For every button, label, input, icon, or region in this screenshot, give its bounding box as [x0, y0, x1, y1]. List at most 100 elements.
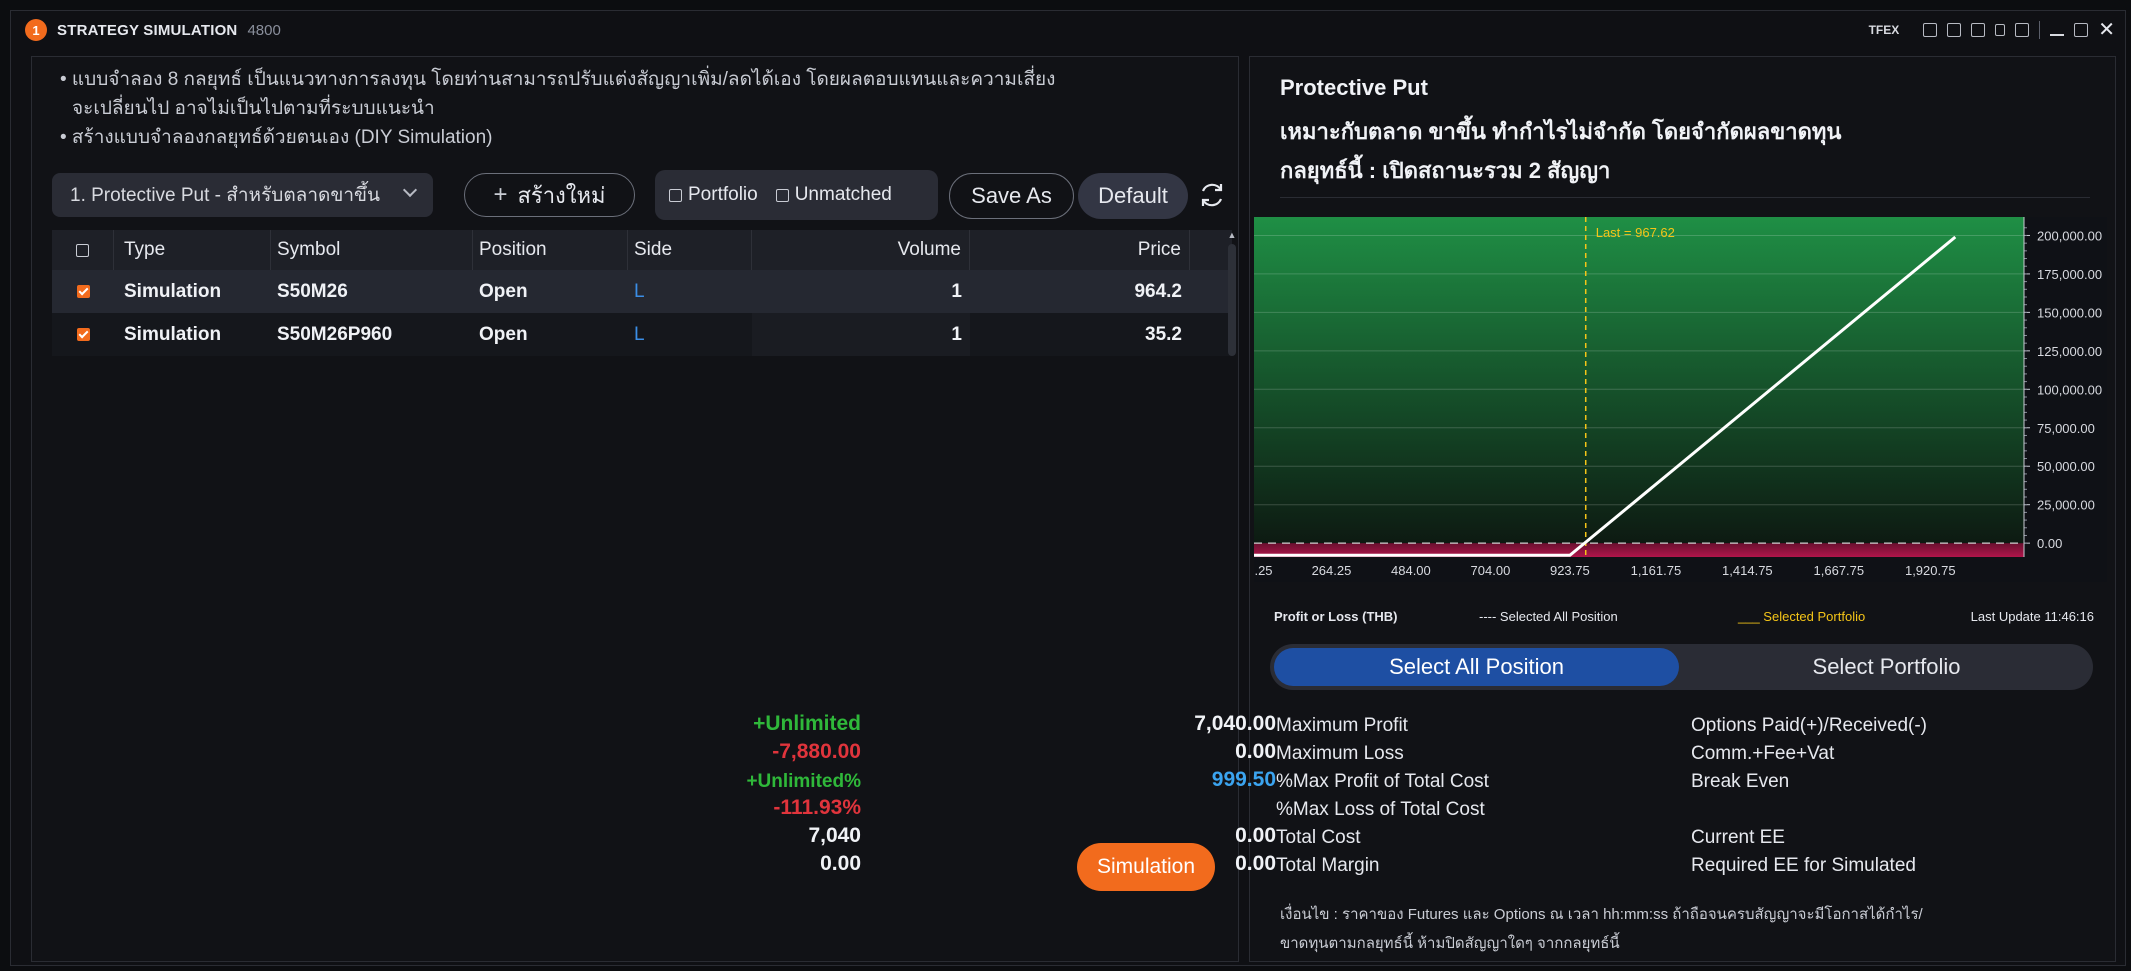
chart-legend: Profit or Loss (THB) ---- Selected All P…: [1274, 609, 2094, 629]
window-number-badge: 1: [25, 19, 47, 41]
maximize-icon[interactable]: [2074, 23, 2089, 37]
x-tick-label: 1,920.75: [1905, 563, 1956, 578]
duplicate-icon[interactable]: [1971, 23, 1986, 37]
header-volume[interactable]: Volume: [752, 230, 970, 270]
pct-max-profit-value: +Unlimited%: [746, 771, 861, 792]
last-price-label: Last = 967.62: [1596, 225, 1675, 240]
pct-max-loss-label: %Max Loss of Total Cost: [1276, 799, 1485, 820]
max-loss-value: -7,880.00: [772, 740, 861, 763]
strategy-description: เหมาะกับตลาด ขาขึ้น ทำกำไรไม่จำกัด โดยจำ…: [1280, 119, 1842, 144]
last-update: Last Update 11:46:16: [1970, 609, 2094, 624]
table-row[interactable]: Simulation S50M26P960 Open L 1 35.2: [52, 313, 1232, 356]
y-tick-label: 175,000.00: [2037, 267, 2102, 282]
row-checkbox[interactable]: [52, 328, 114, 341]
y-tick-label: 25,000.00: [2037, 498, 2095, 513]
close-icon[interactable]: ✕: [2098, 20, 2115, 40]
select-all-checkbox[interactable]: [52, 230, 114, 270]
required-ee-label: Required EE for Simulated: [1691, 855, 1916, 876]
condition-note-line-1: เงื่อนไข : ราคาของ Futures และ Options ณ…: [1280, 906, 1923, 923]
required-ee-value: 0.00: [1235, 852, 1276, 875]
x-tick-label: 704.00: [1471, 563, 1511, 578]
pct-max-loss-value: -111.93%: [773, 796, 861, 819]
header-price[interactable]: Price: [970, 230, 1190, 270]
default-button[interactable]: Default: [1078, 173, 1188, 219]
y-tick-label: 200,000.00: [2037, 228, 2102, 243]
simulation-button[interactable]: Simulation: [1077, 843, 1215, 891]
options-paid-value: 7,040.00: [1194, 712, 1276, 735]
scrollbar-thumb[interactable]: [1228, 244, 1236, 356]
cell-price: 35.2: [1145, 323, 1182, 345]
select-all-position-tab[interactable]: Select All Position: [1274, 648, 1679, 686]
condition-note: เงื่อนไข : ราคาของ Futures และ Options ณ…: [1280, 900, 2080, 958]
cell-volume[interactable]: 1: [752, 313, 970, 356]
strategy-dropdown[interactable]: 1. Protective Put - สำหรับตลาดขาขึ้น: [52, 173, 433, 217]
total-cost-label: Total Cost: [1276, 827, 1361, 848]
current-ee-label: Current EE: [1691, 827, 1785, 848]
cell-type: Simulation: [124, 280, 222, 302]
cell-symbol: S50M26: [277, 280, 348, 302]
window-title: STRATEGY SIMULATION: [57, 21, 238, 39]
window-code: 4800: [247, 21, 281, 39]
left-panel: • แบบจำลอง 8 กลยุทธ์ เป็นแนวทางการลงทุน …: [31, 56, 1239, 962]
link-icon[interactable]: [2015, 23, 2030, 37]
checkbox-icon: [76, 243, 89, 257]
portfolio-checkbox[interactable]: Portfolio: [669, 184, 758, 206]
cell-side: L: [634, 280, 645, 302]
y-tick-label: 100,000.00: [2037, 382, 2102, 397]
header-position[interactable]: Position: [473, 230, 628, 270]
payoff-chart-svg: 200,000.00 175,000.00 150,000.00 125,000.00…: [1254, 217, 2102, 578]
table-row[interactable]: Simulation S50M26 Open L 1 964.2: [52, 270, 1232, 313]
header-side[interactable]: Side: [628, 230, 752, 270]
strategy-title: Protective Put: [1280, 75, 1428, 100]
header-type[interactable]: Type: [114, 230, 271, 270]
header-symbol[interactable]: Symbol: [271, 230, 473, 270]
refresh-icon[interactable]: [1197, 180, 1227, 210]
checkbox-checked-icon: [76, 328, 90, 341]
x-tick-label: 1,667.75: [1814, 563, 1865, 578]
cell-volume[interactable]: 1: [752, 281, 970, 303]
table-scrollbar[interactable]: ▲: [1227, 230, 1237, 360]
y-tick-label: 50,000.00: [2037, 459, 2095, 474]
row-checkbox[interactable]: [52, 285, 114, 298]
break-even-label: Break Even: [1691, 771, 1790, 792]
select-portfolio-tab[interactable]: Select Portfolio: [1684, 648, 2089, 686]
strategy-selected-value: 1. Protective Put - สำหรับตลาดขาขึ้น: [70, 185, 380, 206]
legend-selected-all: ---- Selected All Position: [1479, 609, 1618, 624]
popout-icon[interactable]: [1947, 23, 1962, 37]
max-profit-label: Maximum Profit: [1276, 715, 1408, 736]
comm-fee-value: 0.00: [1235, 740, 1276, 763]
window-controls: TFEX ✕: [1869, 11, 2115, 49]
title-bar: 1 STRATEGY SIMULATION 4800 TFEX ✕: [11, 11, 2125, 49]
cell-type: Simulation: [124, 323, 222, 345]
checkbox-checked-icon: [76, 285, 90, 298]
profit-zone: [1254, 217, 2024, 544]
cell-position: Open: [479, 323, 528, 345]
description: • แบบจำลอง 8 กลยุทธ์ เป็นแนวทางการลงทุน …: [60, 65, 1055, 152]
unmatched-checkbox[interactable]: Unmatched: [775, 184, 892, 206]
divider: [1280, 197, 2090, 198]
chevron-down-icon: [402, 182, 418, 198]
unmatched-label: Unmatched: [794, 184, 892, 205]
x-tick-label: 264.25: [1312, 563, 1352, 578]
layout-icon[interactable]: [1923, 23, 1938, 37]
filter-toggle-group: Portfolio Unmatched: [655, 170, 938, 220]
strategy-simulation-window: 1 STRATEGY SIMULATION 4800 TFEX ✕ • แบบจ…: [10, 10, 2126, 966]
total-margin-value: 0.00: [820, 852, 861, 875]
payoff-chart: 200,000.00 175,000.00 150,000.00 125,000.00…: [1254, 217, 2107, 582]
portfolio-label: Portfolio: [688, 184, 758, 205]
total-cost-value: 7,040: [808, 824, 861, 847]
cell-position: Open: [479, 280, 528, 302]
x-tick-label: 1,414.75: [1722, 563, 1773, 578]
minimize-icon[interactable]: [2050, 34, 2065, 36]
scroll-up-icon[interactable]: ▲: [1227, 230, 1237, 240]
cell-price: 964.2: [1134, 280, 1182, 302]
checkbox-icon: [669, 188, 682, 202]
create-new-button[interactable]: + สร้างใหม่: [464, 173, 635, 217]
cell-side: L: [634, 323, 645, 345]
description-line-3: • สร้างแบบจำลองกลยุทธ์ด้วยตนเอง (DIY Sim…: [60, 127, 493, 148]
save-as-button[interactable]: Save As: [949, 173, 1074, 219]
options-paid-label: Options Paid(+)/Received(-): [1691, 715, 1928, 736]
y-tick-label: 125,000.00: [2037, 344, 2102, 359]
max-loss-label: Maximum Loss: [1276, 743, 1404, 764]
pin-icon[interactable]: [1995, 24, 2006, 36]
